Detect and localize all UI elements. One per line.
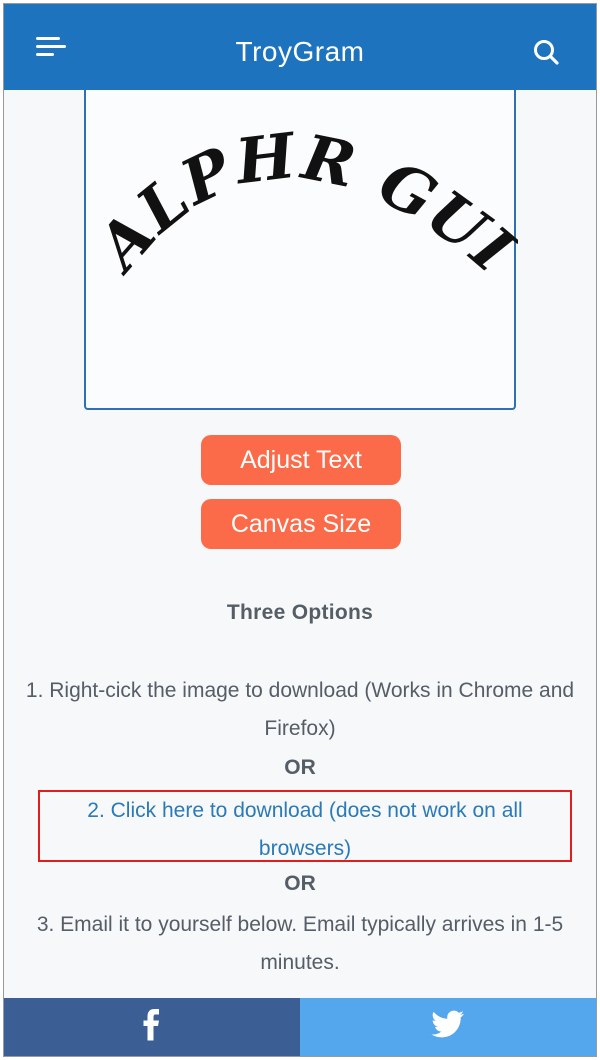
option-three-text: 3. Email it to yourself below. Email typ… (36, 913, 564, 974)
text-canvas-preview[interactable]: ALPHR GUIDES (84, 90, 518, 410)
twitter-share-button[interactable] (300, 998, 596, 1056)
search-icon[interactable] (532, 38, 562, 68)
adjust-text-button[interactable]: Adjust Text (201, 435, 401, 485)
twitter-icon (431, 1010, 465, 1044)
facebook-icon (143, 1009, 161, 1046)
svg-text:ALPHR GUIDES: ALPHR GUIDES (86, 90, 518, 288)
site-title[interactable]: TroyGram (4, 36, 596, 68)
top-nav-bar: TroyGram (4, 4, 596, 90)
download-link[interactable]: 2. Click here to download (does not work… (38, 790, 572, 862)
or-separator-2: OR (284, 872, 316, 895)
share-bar (4, 998, 596, 1056)
app-frame: TroyGram ALPHR GUIDES Adjust Text Canvas… (3, 3, 597, 1057)
option-one-text: 1. Right-cick the image to download (Wor… (25, 679, 575, 740)
curved-text: ALPHR GUIDES (86, 90, 518, 288)
options-heading: Three Options (226, 601, 374, 624)
curved-text-image: ALPHR GUIDES (86, 90, 518, 288)
or-separator-1: OR (284, 756, 316, 779)
facebook-share-button[interactable] (4, 998, 300, 1056)
canvas-size-button[interactable]: Canvas Size (201, 499, 401, 549)
